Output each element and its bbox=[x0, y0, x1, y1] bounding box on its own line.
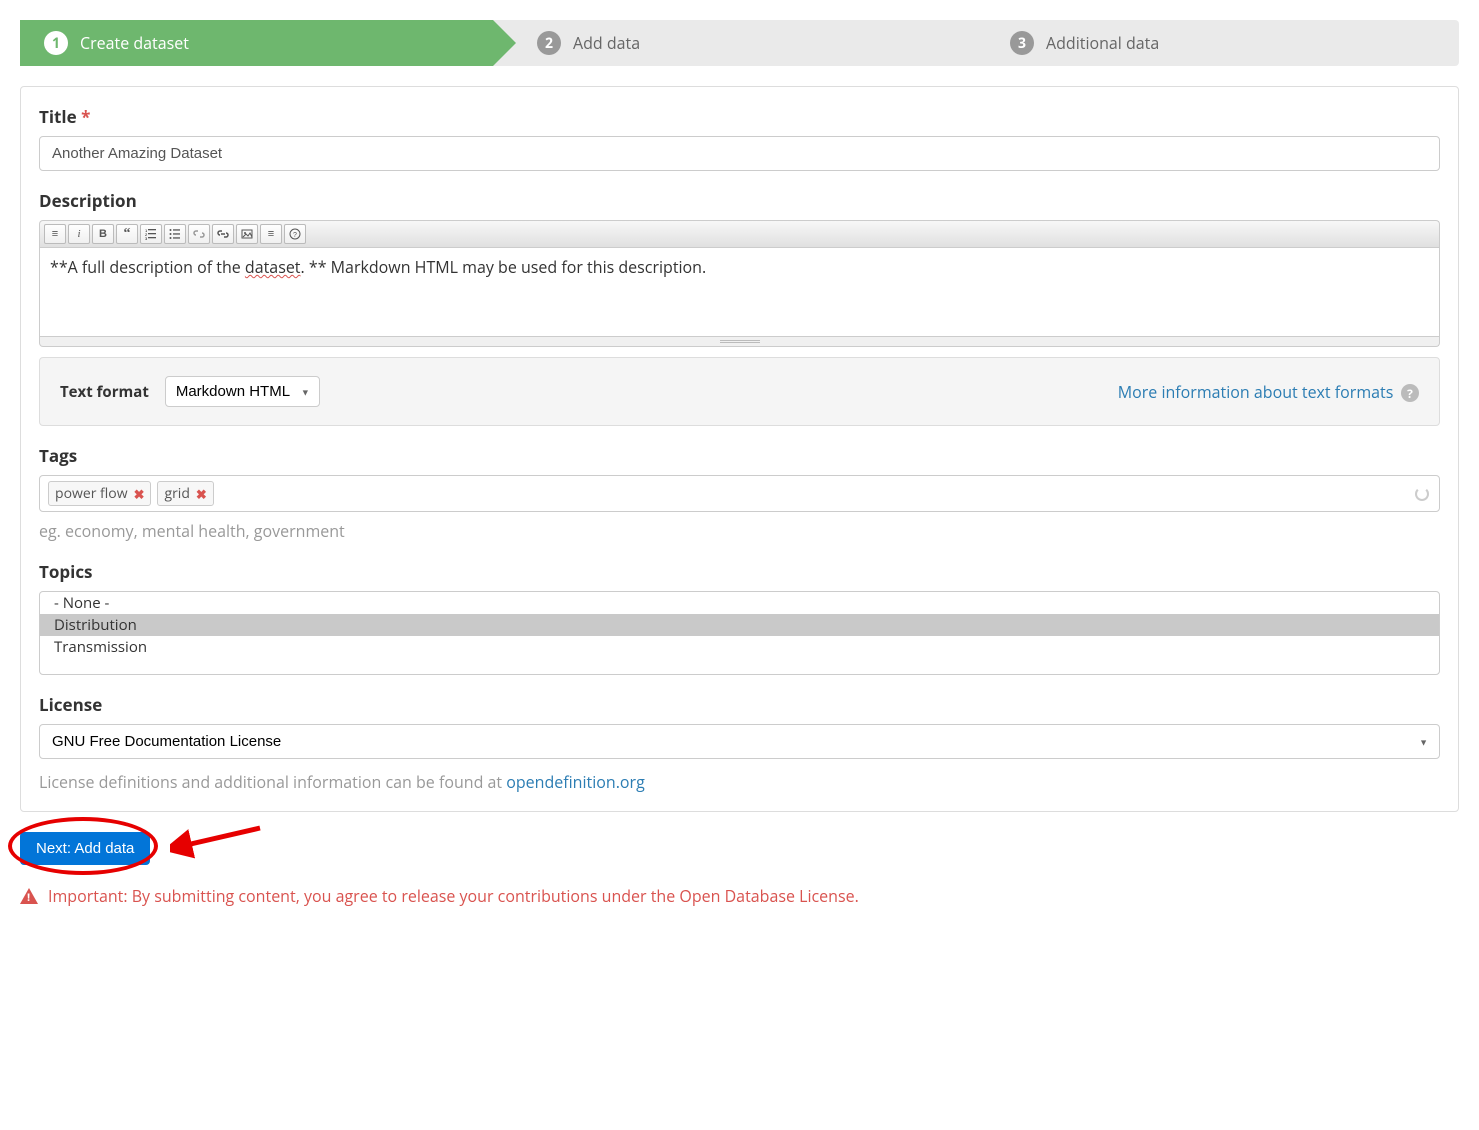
next-add-data-button[interactable]: Next: Add data bbox=[20, 832, 150, 865]
topic-option-transmission[interactable]: Transmission bbox=[40, 636, 1439, 658]
license-help-text: License definitions and additional infor… bbox=[39, 771, 1440, 793]
editor-toolbar: ≡ i B “ 123 ≡ ? bbox=[39, 220, 1440, 247]
title-label: Title * bbox=[39, 105, 1440, 128]
help-icon[interactable]: ? bbox=[1401, 384, 1419, 402]
step-label-2: Add data bbox=[573, 32, 640, 54]
format-icon[interactable]: ≡ bbox=[44, 224, 66, 244]
description-group: Description ≡ i B “ 123 ≡ ? bbox=[39, 189, 1440, 426]
step-number-3: 3 bbox=[1010, 31, 1034, 55]
tags-label: Tags bbox=[39, 444, 1440, 467]
description-label: Description bbox=[39, 189, 1440, 212]
progress-stepper: 1 Create dataset 2 Add data 3 Additional… bbox=[20, 20, 1459, 66]
step-number-1: 1 bbox=[44, 31, 68, 55]
tags-help-text: eg. economy, mental health, government bbox=[39, 520, 1440, 542]
editor-resize-grip[interactable] bbox=[39, 337, 1440, 347]
tags-group: Tags power flow ✖ grid ✖ eg. economy, me… bbox=[39, 444, 1440, 542]
license-group: License GNU Free Documentation License L… bbox=[39, 693, 1440, 793]
step-number-2: 2 bbox=[537, 31, 561, 55]
tag-text: grid bbox=[164, 484, 189, 503]
important-notice-text: Important: By submitting content, you ag… bbox=[48, 885, 859, 907]
description-textarea[interactable]: **A full description of the dataset. ** … bbox=[39, 247, 1440, 337]
text-format-label: Text format bbox=[60, 382, 149, 402]
dataset-form: Title * Description ≡ i B “ 123 bbox=[20, 86, 1459, 812]
link-icon[interactable] bbox=[212, 224, 234, 244]
italic-icon[interactable]: i bbox=[68, 224, 90, 244]
tag-text: power flow bbox=[55, 484, 128, 503]
svg-text:?: ? bbox=[293, 232, 297, 239]
tag-chip: grid ✖ bbox=[157, 481, 213, 506]
topics-label: Topics bbox=[39, 560, 1440, 583]
topic-option-none[interactable]: - None - bbox=[40, 592, 1439, 614]
loading-spinner-icon bbox=[1415, 487, 1429, 501]
required-asterisk: * bbox=[81, 105, 90, 128]
bold-icon[interactable]: B bbox=[92, 224, 114, 244]
opendefinition-link[interactable]: opendefinition.org bbox=[506, 771, 645, 793]
more-info-link[interactable]: More information about text formats bbox=[1118, 381, 1394, 403]
title-label-text: Title bbox=[39, 105, 77, 128]
unlink-icon[interactable] bbox=[188, 224, 210, 244]
step-create-dataset[interactable]: 1 Create dataset bbox=[20, 20, 493, 66]
text-format-select[interactable]: Markdown HTML bbox=[165, 376, 320, 407]
image-icon[interactable] bbox=[236, 224, 258, 244]
tags-input[interactable]: power flow ✖ grid ✖ bbox=[39, 475, 1440, 512]
step-label-3: Additional data bbox=[1046, 32, 1159, 54]
tag-remove-icon[interactable]: ✖ bbox=[196, 485, 207, 503]
warning-icon bbox=[20, 888, 38, 904]
title-group: Title * bbox=[39, 105, 1440, 171]
step-additional-data[interactable]: 3 Additional data bbox=[986, 20, 1459, 66]
tag-chip: power flow ✖ bbox=[48, 481, 151, 506]
help-editor-icon[interactable]: ? bbox=[284, 224, 306, 244]
license-label: License bbox=[39, 693, 1440, 716]
svg-text:3: 3 bbox=[145, 236, 148, 240]
quote-icon[interactable]: “ bbox=[116, 224, 138, 244]
annotation-arrow-icon bbox=[170, 820, 270, 860]
topics-group: Topics - None - Distribution Transmissio… bbox=[39, 560, 1440, 675]
step-label-1: Create dataset bbox=[80, 32, 189, 54]
text-format-panel: Text format Markdown HTML More informati… bbox=[39, 357, 1440, 426]
license-select[interactable]: GNU Free Documentation License bbox=[39, 724, 1440, 759]
unordered-list-icon[interactable] bbox=[164, 224, 186, 244]
topics-listbox[interactable]: - None - Distribution Transmission bbox=[39, 591, 1440, 675]
important-notice: Important: By submitting content, you ag… bbox=[20, 885, 1459, 907]
step-add-data[interactable]: 2 Add data bbox=[493, 20, 986, 66]
tag-remove-icon[interactable]: ✖ bbox=[134, 485, 145, 503]
ordered-list-icon[interactable]: 123 bbox=[140, 224, 162, 244]
title-input[interactable] bbox=[39, 136, 1440, 171]
topic-option-distribution[interactable]: Distribution bbox=[40, 614, 1439, 636]
align-icon[interactable]: ≡ bbox=[260, 224, 282, 244]
next-button-annotation: Next: Add data bbox=[20, 832, 150, 865]
